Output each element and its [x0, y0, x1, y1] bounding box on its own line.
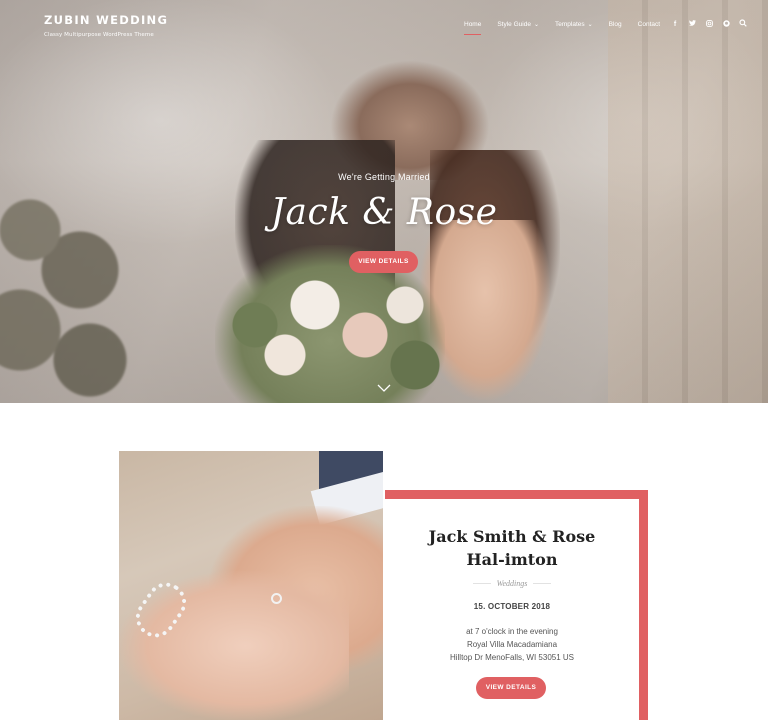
event-address: Hilltop Dr MenoFalls, WI 53051 US	[449, 653, 575, 662]
nav-item-label: Home	[464, 20, 482, 28]
twitter-icon[interactable]	[688, 20, 696, 28]
hero-subtitle: We're Getting Married	[338, 172, 430, 182]
site-branding[interactable]: ZUBIN WEDDING Classy Multipurpose WordPr…	[44, 13, 168, 38]
event-title[interactable]: Jack Smith & Rose Hal-imton	[417, 525, 607, 571]
github-icon[interactable]	[722, 19, 730, 29]
nav-item-contact[interactable]: Contact	[638, 21, 660, 28]
hero-view-details-button[interactable]: VIEW DETAILS	[349, 251, 418, 273]
nav-item-home[interactable]: Home	[464, 20, 482, 35]
photo-ring	[271, 593, 282, 604]
chevron-down-icon[interactable]	[377, 383, 391, 393]
hero-text: We're Getting Married Jack & Rose	[0, 172, 768, 233]
chevron-down-icon: ⌄	[587, 21, 593, 28]
event-category-label[interactable]: Weddings	[497, 579, 528, 588]
nav-item-label: Blog	[608, 20, 622, 28]
hero-title: Jack & Rose	[270, 192, 498, 233]
event-details: at 7 o'clock in the evening Royal Villa …	[385, 625, 639, 664]
nav-item-templates[interactable]: Templates ⌄	[555, 21, 593, 28]
nav-item-label: Templates	[554, 20, 585, 28]
event-venue: Royal Villa Macadamiana	[466, 640, 558, 649]
event-time: at 7 o'clock in the evening	[466, 627, 558, 636]
event-view-details-button[interactable]: VIEW DETAILS	[476, 677, 546, 699]
site-tagline: Classy Multipurpose WordPress Theme	[44, 32, 154, 38]
search-icon[interactable]	[739, 19, 747, 29]
nav-item-style-guide[interactable]: Style Guide ⌄	[497, 21, 539, 28]
instagram-icon[interactable]	[705, 19, 713, 29]
nav-item-label: Style Guide	[497, 20, 531, 28]
chevron-down-icon: ⌄	[533, 21, 539, 28]
main-navigation: Home Style Guide ⌄ Templates ⌄ Blog Cont…	[464, 19, 747, 35]
social-links: f	[671, 19, 747, 29]
event-photo[interactable]	[119, 451, 383, 720]
nav-item-blog[interactable]: Blog	[609, 21, 622, 28]
nav-item-label: Contact	[637, 20, 661, 28]
event-date: 15. OCTOBER 2018	[473, 602, 551, 611]
event-category[interactable]: Weddings	[385, 579, 639, 588]
site-title[interactable]: ZUBIN WEDDING	[44, 13, 168, 27]
facebook-icon[interactable]: f	[671, 21, 679, 28]
event-card: Jack Smith & Rose Hal-imton Weddings 15.…	[385, 499, 639, 720]
